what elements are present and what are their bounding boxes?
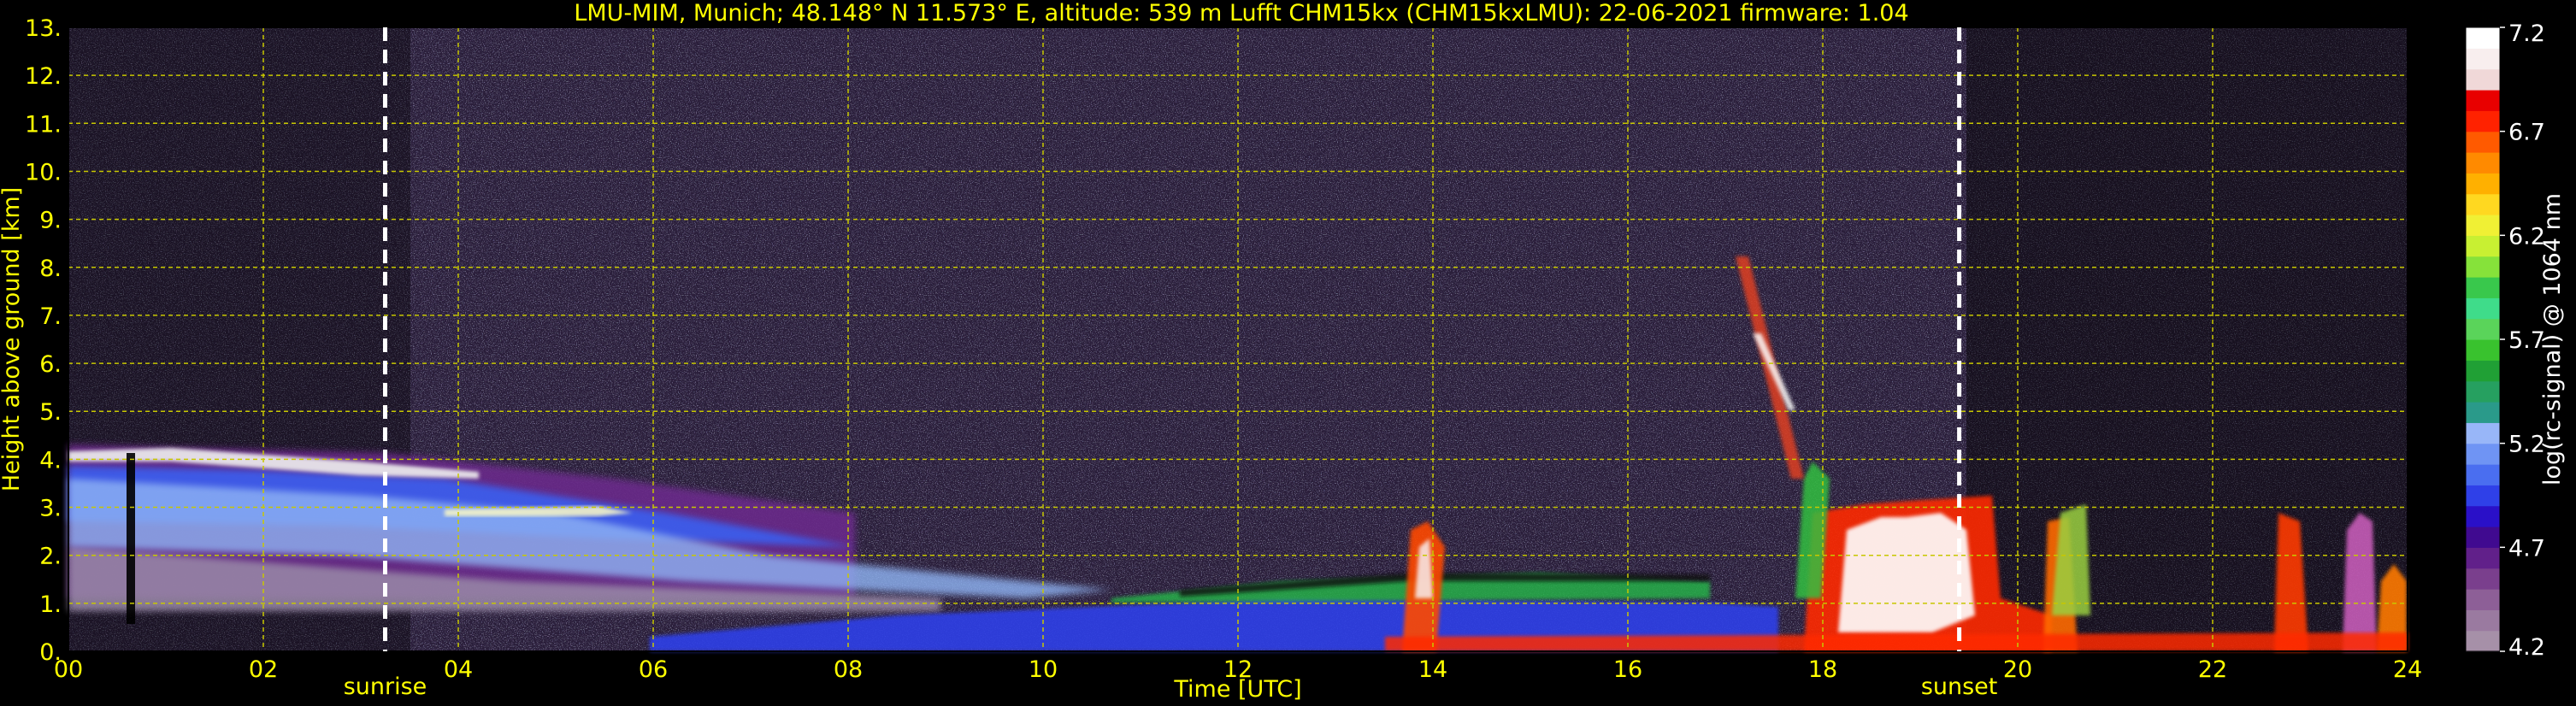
colorbar-segment [2466,152,2500,174]
y-tick-label: 6. [39,351,62,378]
colorbar-tick-label: 6.7 [2508,120,2545,146]
colorbar-segment [2466,443,2500,465]
x-tick-label: 14 [1418,656,1447,683]
colorbar-segment [2466,464,2500,485]
y-tick-label: 0. [39,639,62,666]
sunset-label: sunset [1921,674,1998,700]
x-tick-label: 16 [1613,656,1642,683]
plot-area: 00 02 04 06 08 10 12 14 16 18 20 22 24 0.1.2.3.4.5.6… [25,15,2422,700]
colorbar-segment [2466,485,2500,507]
y-tick-label: 3. [39,496,62,522]
colorbar-segment [2466,527,2500,548]
colorbar-segment [2466,380,2500,403]
y-tick-label: 11. [25,111,62,138]
rain-streak [127,453,135,624]
colorbar-segment [2466,589,2500,610]
colorbar-segment [2466,402,2500,423]
y-tick-label: 8. [39,256,62,282]
x-tick-label: 10 [1029,656,1058,683]
colorbar-segment [2466,215,2500,236]
colorbar-segment [2466,131,2500,153]
colorbar-segment [2466,90,2500,111]
y-axis-label: Height above ground [km] [0,187,25,491]
y-tick-label: 4. [39,447,62,474]
x-tick-label: 20 [2003,656,2032,683]
y-tick-label: 12. [25,63,62,90]
x-tick-label: 22 [2198,656,2227,683]
colorbar-segment [2466,339,2500,361]
colorbar-segment [2466,297,2500,320]
colorbar-segment [2466,256,2500,278]
colorbar-label: log(rc-signal) @ 1064 nm [2539,193,2566,485]
colorbar-segment [2466,547,2500,569]
colorbar-segments [2465,26,2501,652]
colorbar-tick-label: 4.2 [2508,634,2545,661]
x-tick-label: 24 [2393,656,2422,683]
colorbar-segment [2466,48,2500,70]
y-tick-label: 1. [39,591,62,618]
y-tick-label: 2. [39,544,62,570]
colorbar-segment [2466,68,2500,91]
colorbar-segment [2466,235,2500,257]
x-tick-label: 06 [639,656,668,683]
x-tick-label: 18 [1808,656,1837,683]
y-tick-label: 5. [39,399,62,426]
ceilometer-figure: LMU-MIM, Munich; 48.148° N 11.573° E, al… [0,0,2576,706]
colorbar-segment [2466,277,2500,298]
sunrise-label: sunrise [344,674,427,700]
x-tick-label: 08 [834,656,863,683]
night-dark-right [1966,27,2408,651]
plume-night-2 [2343,513,2377,651]
colorbar-segment [2466,193,2500,215]
colorbar-segment [2466,27,2500,49]
x-tick-label: 02 [249,656,278,683]
colorbar-segment [2466,609,2500,632]
x-tick-label: 04 [444,656,473,683]
colorbar-tick-label: 7.2 [2508,21,2545,47]
colorbar-segment [2466,630,2500,652]
y-tick-label: 13. [25,15,62,42]
y-tick-label: 9. [39,208,62,234]
colorbar-segment [2466,173,2500,195]
colorbar-segment [2466,318,2500,340]
colorbar-segment [2466,360,2500,382]
x-axis-label: Time [UTC] [1173,676,1301,703]
colorbar-tick-label: 4.7 [2508,535,2545,562]
colorbar-segment [2466,422,2500,444]
y-tick-label: 7. [39,303,62,330]
plume-evening-white [1838,513,1975,632]
colorbar-segment [2466,110,2500,132]
chart-title: LMU-MIM, Munich; 48.148° N 11.573° E, al… [574,0,1908,26]
colorbar-segment [2466,568,2500,590]
colorbar-segment [2466,505,2500,527]
y-tick-label: 10. [25,159,62,185]
